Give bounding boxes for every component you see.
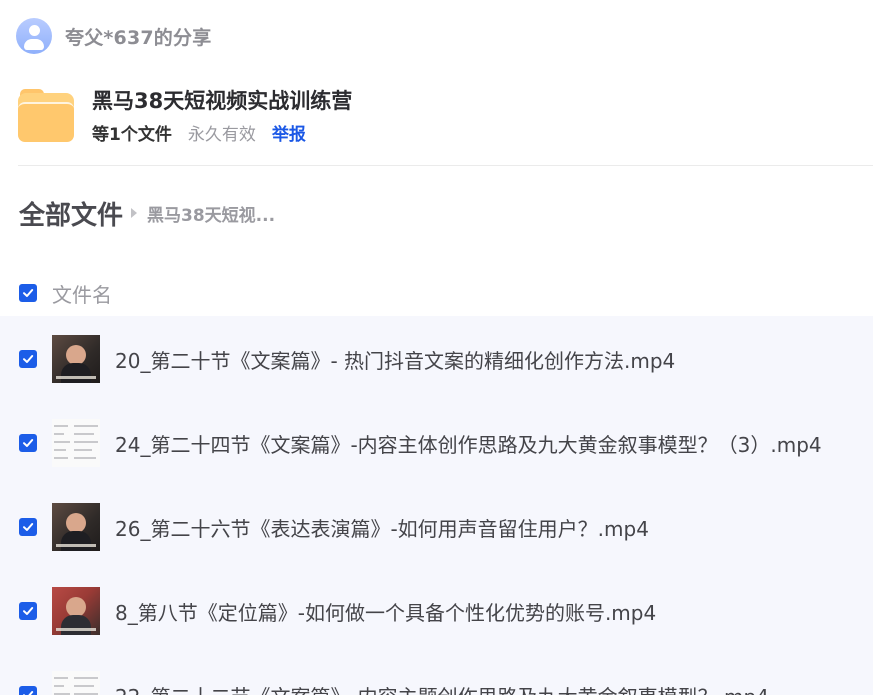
file-name: 22_第二十二节《文案篇》-内容主题创作思路及九大黄金叙事模型？.mp4 [115,681,769,695]
folder-icon [18,86,74,142]
file-name: 26_第二十六节《表达表演篇》-如何用声音留住用户？.mp4 [115,516,649,541]
file-checkbox[interactable] [19,350,37,368]
check-icon [23,691,34,695]
avatar[interactable] [16,18,52,54]
share-info: 黑马38天短视频实战训练营 等1个文件 永久有效 举报 [18,86,352,145]
file-name: 20_第二十节《文案篇》- 热门抖音文案的精细化创作方法.mp4 [115,348,676,373]
document-thumbnail [52,671,100,695]
file-count: 等1个文件 [92,125,172,145]
file-checkbox[interactable] [19,602,37,620]
share-title: 黑马38天短视频实战训练营 [92,89,353,113]
breadcrumb-current: 黑马38天短视... [147,205,276,226]
video-thumbnail [52,587,100,635]
file-row[interactable]: 22_第二十二节《文案篇》-内容主题创作思路及九大黄金叙事模型？.mp4 [19,669,873,695]
validity-label: 永久有效 [187,125,256,145]
file-checkbox[interactable] [19,434,37,452]
list-header: 文件名 [19,278,112,308]
video-thumbnail [52,335,100,383]
file-checkbox[interactable] [19,518,37,536]
breadcrumb-arrow-icon [131,208,138,218]
file-checkbox[interactable] [19,686,37,695]
file-name: 8_第八节《定位篇》-如何做一个具备个性化优势的账号.mp4 [115,600,657,625]
file-name: 24_第二十四节《文案篇》-内容主体创作思路及九大黄金叙事模型？（3）.mp4 [115,432,822,457]
check-icon [23,523,34,531]
breadcrumb: 全部文件 黑马38天短视... [19,195,276,232]
file-row[interactable]: 24_第二十四节《文案篇》-内容主体创作思路及九大黄金叙事模型？（3）.mp4 [19,417,873,469]
video-thumbnail [52,503,100,551]
breadcrumb-root[interactable]: 全部文件 [19,195,123,232]
avatar-body-shape [24,39,44,50]
column-header-filename: 文件名 [52,282,112,307]
sharer-header: 夸父*637的分享 [16,18,211,54]
avatar-head-shape [29,25,40,36]
check-icon [23,355,34,363]
select-all-checkbox[interactable] [19,284,37,302]
file-row[interactable]: 20_第二十节《文案篇》- 热门抖音文案的精细化创作方法.mp4 [19,333,873,385]
sharer-name: 夸父*637的分享 [65,26,212,49]
file-row[interactable]: 26_第二十六节《表达表演篇》-如何用声音留住用户？.mp4 [19,501,873,553]
share-meta: 等1个文件 永久有效 举报 [92,120,352,145]
file-list: 20_第二十节《文案篇》- 热门抖音文案的精细化创作方法.mp4 24_第二十四… [0,316,873,695]
check-icon [23,607,34,615]
file-row[interactable]: 8_第八节《定位篇》-如何做一个具备个性化优势的账号.mp4 [19,585,873,637]
document-thumbnail [52,419,100,467]
divider [18,165,873,166]
report-link[interactable]: 举报 [272,120,306,145]
check-icon [23,289,34,297]
check-icon [23,439,34,447]
